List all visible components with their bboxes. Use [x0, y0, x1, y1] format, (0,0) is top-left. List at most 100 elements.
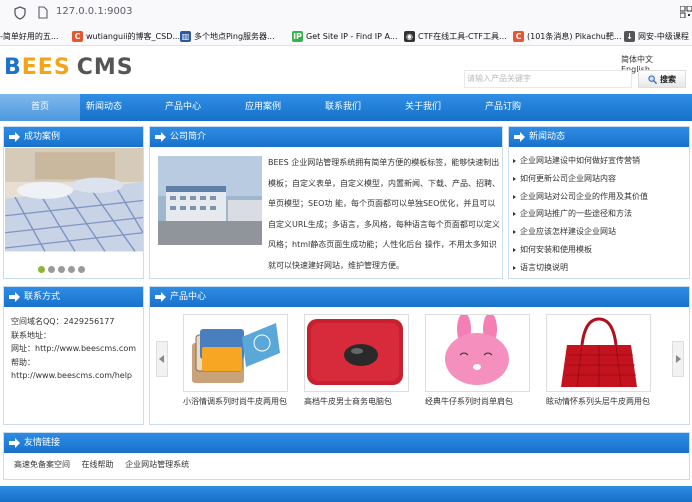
contact-title: 联系方式 [24, 292, 61, 302]
carousel-dot[interactable] [48, 266, 55, 273]
product-image[interactable] [425, 314, 530, 392]
carousel-dot[interactable] [68, 266, 75, 273]
arrow-right-icon [514, 132, 525, 142]
cases-panel: 成功案例 [3, 126, 144, 279]
search-input[interactable]: 请输入产品关键字 [464, 70, 632, 88]
news-title: 新闻动态 [529, 132, 566, 142]
contact-help[interactable]: 帮助：http://www.beescms.com/help [11, 356, 139, 383]
case-image[interactable] [5, 148, 143, 270]
bookmarks-bar: -简单好用的五... Cwutianguii的博客_CSD... ▥ 多个地点Ping… [0, 26, 692, 46]
news-item[interactable]: 如何更新公司企业网站内容 [512, 170, 648, 188]
intro-text: BEES 企业网站管理系统拥有简单方便的模板标签，能够快速制出模板；自定义表单，… [268, 158, 500, 270]
news-item[interactable]: 企业网站对公司企业的作用及其价值 [512, 188, 648, 206]
products-title: 产品中心 [170, 292, 207, 302]
bookmark-item[interactable]: ↓ 网安-中级课程 [624, 29, 689, 43]
arrow-right-icon [9, 292, 20, 302]
news-panel-header: 新闻动态 [509, 127, 689, 147]
news-item[interactable]: 企业网站建设中如何做好宣传营销 [512, 152, 648, 170]
bookmark-item[interactable]: Cwutianguii的博客_CSD... [72, 29, 180, 43]
contact-panel-header: 联系方式 [4, 287, 143, 307]
bookmark-item[interactable]: ▥ 多个地点Ping服务器... [180, 29, 275, 43]
news-item[interactable]: 语言切换说明 [512, 259, 648, 277]
nav-products[interactable]: 产品中心 [143, 94, 223, 121]
contact-qq: 空间域名QQ：2429256177 [11, 317, 115, 326]
news-item[interactable]: 企业应该怎样建设企业网站 [512, 223, 648, 241]
chevron-left-icon [159, 355, 164, 363]
links-panel: 友情链接 [3, 432, 690, 480]
friend-links: 高速免备案空间 在线帮助 企业网站管理系统 [14, 459, 198, 470]
logo-ees: EES [21, 54, 71, 80]
carousel-dot[interactable] [58, 266, 65, 273]
bookmark-item[interactable]: IP Get Site IP - Find IP A... [292, 29, 397, 43]
logo-cms: CMS [76, 54, 134, 80]
bookmark-label: (101条消息) Pikachu靶... [527, 31, 622, 41]
product-name[interactable]: 小浴情调系列时尚牛皮两用包 [183, 396, 293, 407]
cases-panel-header: 成功案例 [4, 127, 143, 147]
bookmark-favicon-icon: IP [292, 30, 303, 42]
carousel-dot[interactable] [78, 266, 85, 273]
product-image[interactable] [304, 314, 409, 392]
bookmark-label: 网安-中级课程 [638, 31, 689, 41]
shield-icon[interactable] [14, 6, 26, 20]
nav-order[interactable]: 产品订购 [463, 94, 543, 121]
page-icon [38, 6, 48, 19]
nav-cases[interactable]: 应用案例 [223, 94, 303, 121]
friend-link[interactable]: 高速免备案空间 [14, 460, 70, 469]
contact-info: 空间域名QQ：2429256177 联系地址： 网址：http://www.be… [11, 315, 139, 383]
bookmark-favicon-icon: ◉ [404, 30, 415, 42]
friend-link[interactable]: 在线帮助 [82, 460, 114, 469]
search-button-label: 搜索 [660, 74, 676, 84]
carousel-dots [38, 266, 88, 273]
product-image[interactable] [183, 314, 288, 392]
chevron-right-icon [676, 355, 681, 363]
links-panel-header: 友情链接 [4, 433, 689, 453]
bookmark-favicon-icon: C [513, 30, 524, 42]
nav-contact[interactable]: 联系我们 [303, 94, 383, 121]
bookmark-favicon-icon: ↓ [624, 30, 635, 42]
links-title: 友情链接 [24, 438, 61, 448]
bookmark-label: wutianguii的博客_CSD... [86, 31, 180, 41]
contact-address: 联系地址： [11, 330, 51, 340]
company-building-image [158, 156, 262, 245]
url-bar[interactable]: 127.0.0.1:9003 [56, 6, 133, 17]
main-nav: 首页 新闻动态 产品中心 应用案例 联系我们 关于我们 产品订购 [0, 94, 692, 121]
news-item[interactable]: 如何安装和使用模板 [512, 241, 648, 259]
prev-arrow-button[interactable] [156, 341, 168, 377]
bookmark-label: 多个地点Ping服务器... [194, 31, 275, 41]
nav-news[interactable]: 新闻动态 [64, 94, 144, 121]
intro-title: 公司简介 [170, 132, 207, 142]
bookmark-item[interactable]: ◉ CTF在线工具-CTF工具... [404, 29, 507, 43]
browser-toolbar: 127.0.0.1:9003 [0, 0, 692, 26]
bookmark-favicon-icon: C [72, 30, 83, 42]
arrow-right-icon [9, 438, 20, 448]
product-name[interactable]: 眩动情怀系列头层牛皮两用包 [546, 396, 656, 407]
product-name[interactable]: 经典牛仔系列时尚单肩包 [425, 396, 535, 407]
arrow-right-icon [155, 132, 166, 142]
intro-panel-header: 公司简介 [150, 127, 502, 147]
arrow-right-icon [9, 132, 20, 142]
contact-website[interactable]: 网址：http://www.beescms.com [11, 342, 139, 356]
product-name[interactable]: 高档牛皮男士商务电脑包 [304, 396, 414, 407]
bookmark-item[interactable]: C (101条消息) Pikachu靶... [513, 29, 622, 43]
bookmark-label: CTF在线工具-CTF工具... [418, 31, 507, 41]
bookmark-label: -简单好用的五... [0, 31, 59, 41]
site-logo[interactable]: B EES CMS [4, 54, 134, 80]
next-arrow-button[interactable] [672, 341, 684, 377]
search-button[interactable]: 搜索 [638, 70, 686, 88]
cases-title: 成功案例 [24, 132, 61, 142]
footer-bar [0, 486, 692, 502]
friend-link[interactable]: 企业网站管理系统 [125, 460, 189, 469]
products-panel-header: 产品中心 [150, 287, 689, 307]
bookmark-item[interactable]: -简单好用的五... [0, 29, 59, 43]
product-image[interactable] [546, 314, 651, 392]
bookmark-label: Get Site IP - Find IP A... [306, 31, 398, 41]
carousel-dot[interactable] [38, 266, 45, 273]
lang-chinese-link[interactable]: 简体中文 [621, 55, 653, 64]
search-icon [648, 74, 657, 84]
nav-about[interactable]: 关于我们 [383, 94, 463, 121]
qr-code-icon[interactable] [680, 6, 692, 18]
bookmark-favicon-icon: ▥ [180, 30, 191, 42]
news-item[interactable]: 企业网站推广的一些途径和方法 [512, 205, 648, 223]
logo-b: B [4, 54, 22, 80]
news-list: 企业网站建设中如何做好宣传营销 如何更新公司企业网站内容 企业网站对公司企业的作… [512, 152, 648, 277]
